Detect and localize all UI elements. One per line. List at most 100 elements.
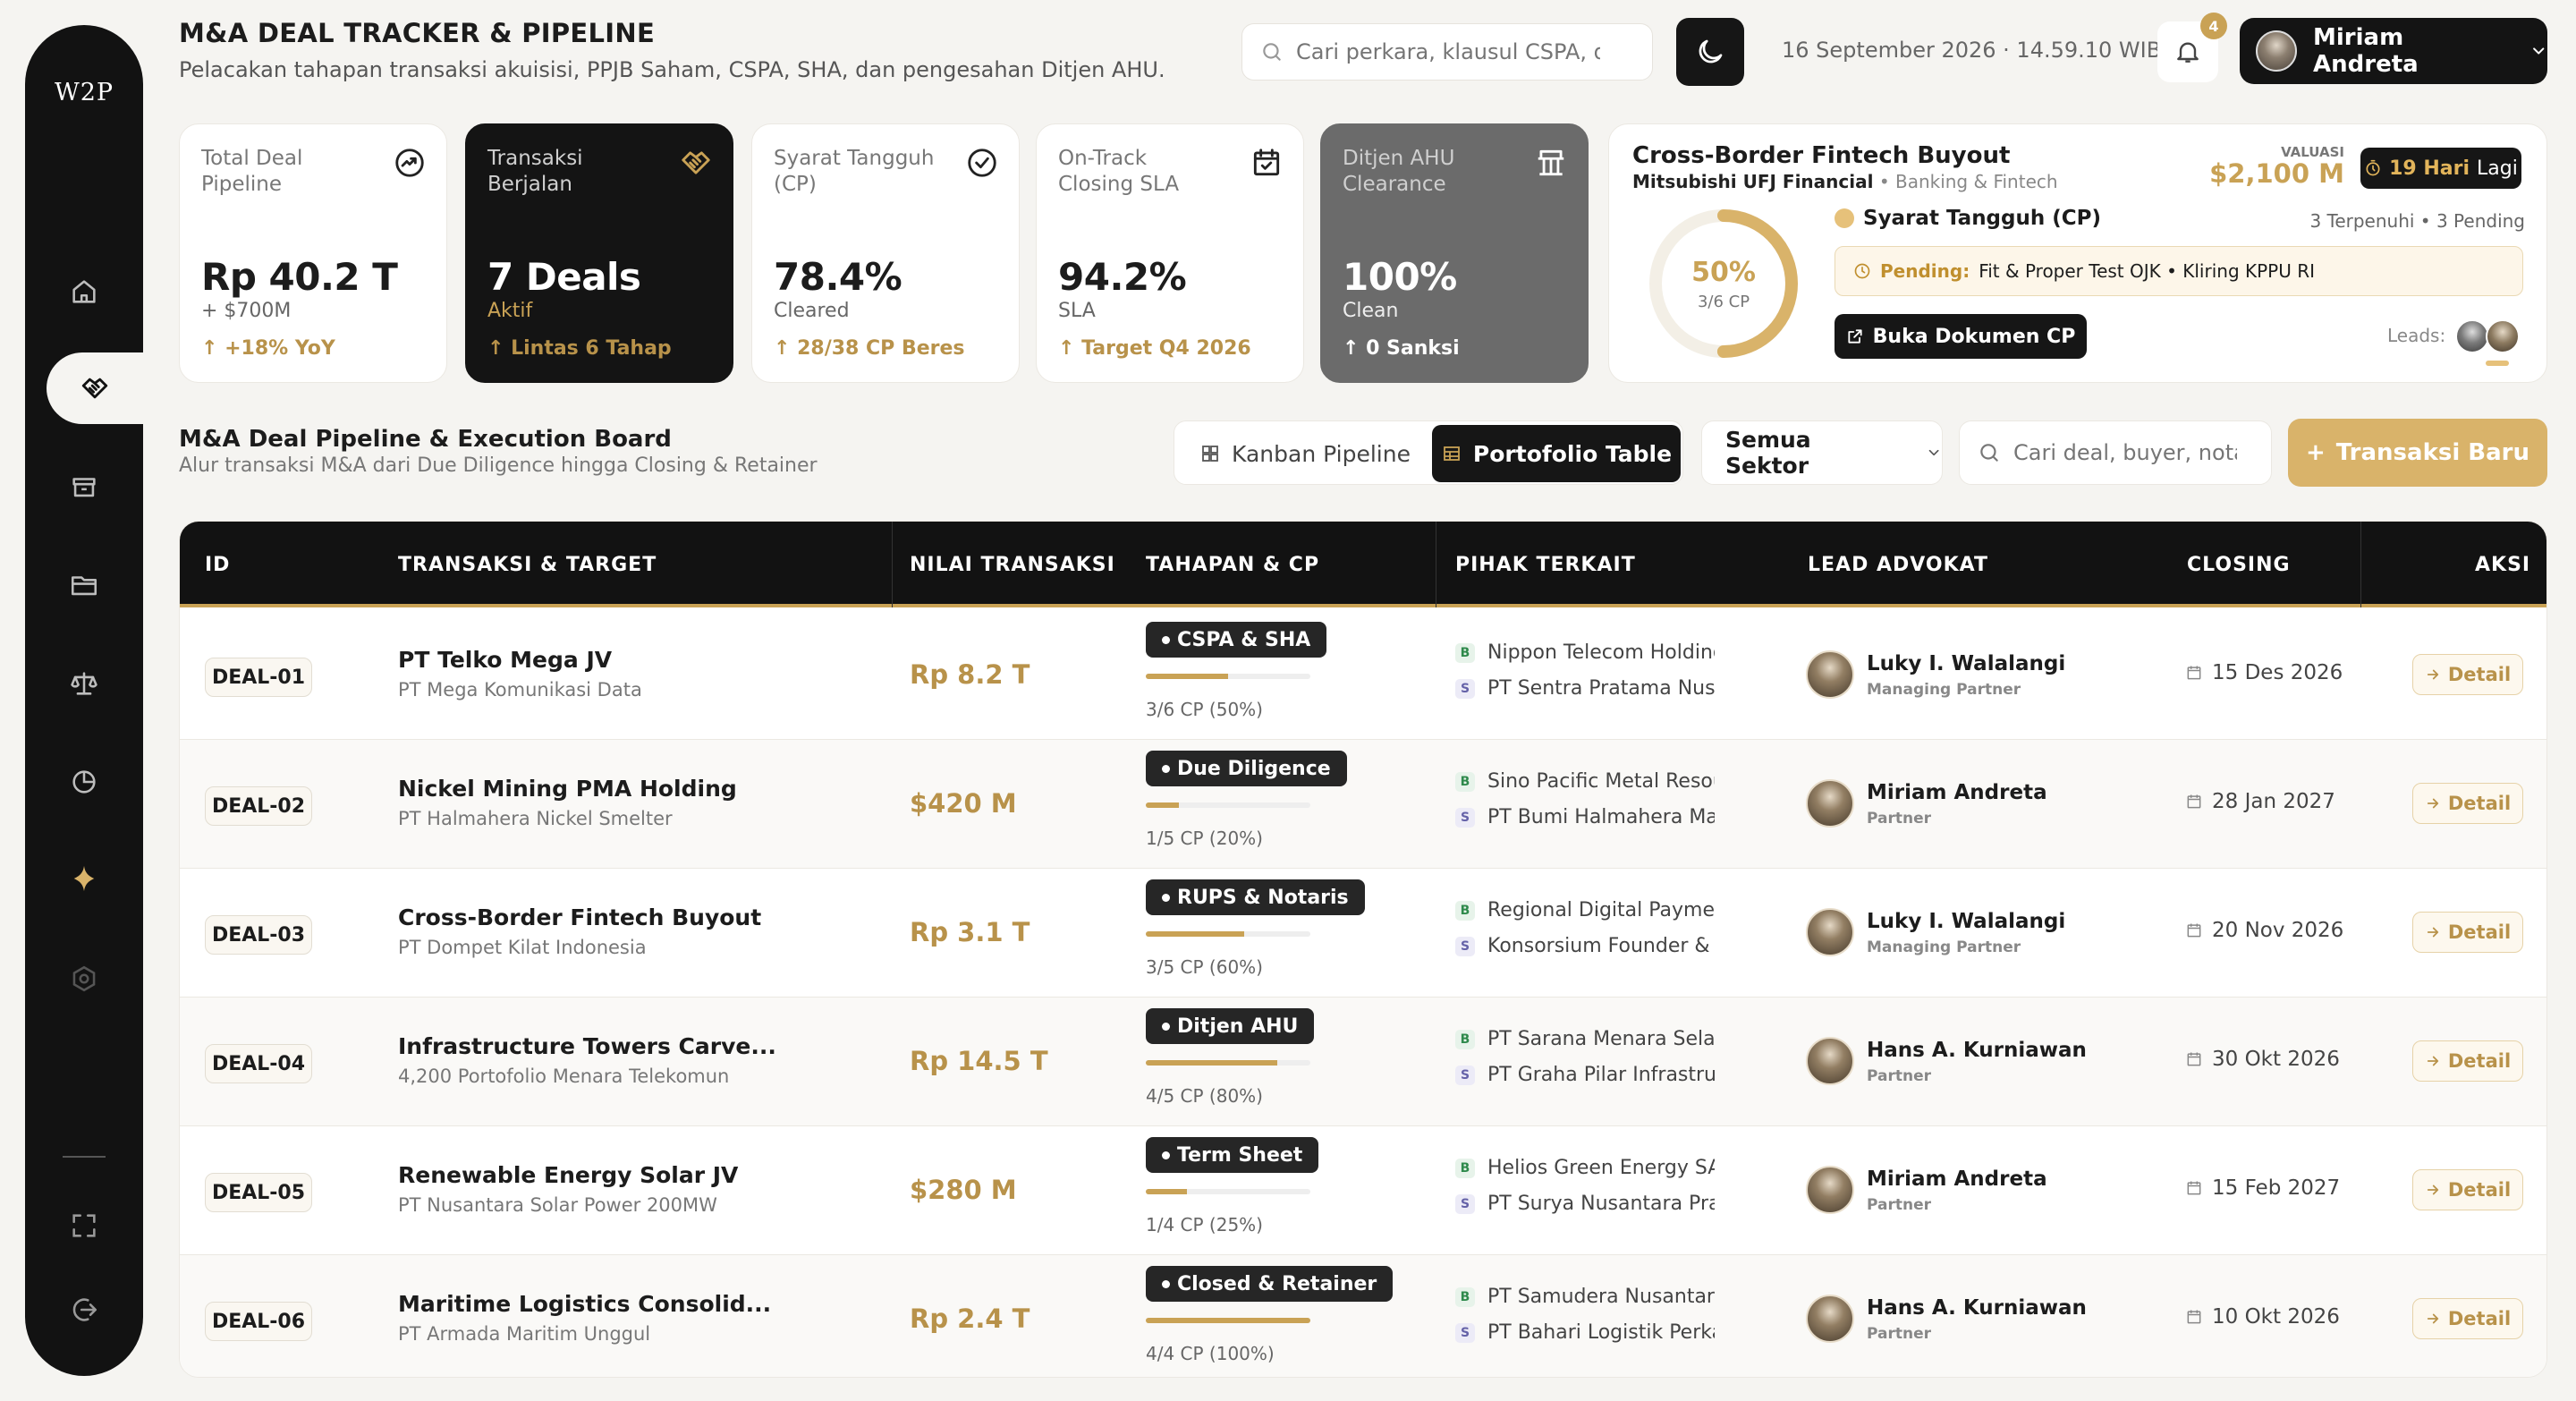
column-header-id[interactable]: ID <box>205 554 230 576</box>
lead-avatar[interactable] <box>2455 319 2489 353</box>
column-header-lead[interactable]: LEAD ADVOKAT <box>1808 554 1988 576</box>
buyer-tag: B <box>1455 900 1475 921</box>
arrow-right-icon <box>2427 1184 2439 1195</box>
kpi-trend: ↑ Lintas 6 Tahap <box>487 337 672 360</box>
featured-deal-card[interactable]: Cross-Border Fintech Buyout Mitsubishi U… <box>1608 123 2547 383</box>
sidebar-item-legal[interactable] <box>25 648 143 719</box>
pending-cp-box: Pending: Fit & Proper Test OJK • Kliring … <box>1835 246 2523 296</box>
deal-name[interactable]: Renewable Energy Solar JV <box>398 1162 738 1188</box>
featured-deal-title: Cross-Border Fintech Buyout <box>1632 142 2011 169</box>
cp-title: Syarat Tangguh (CP) <box>1835 207 2101 230</box>
cp-progress-text: 3/5 CP (60%) <box>1146 956 1263 978</box>
seller-party: S PT Bumi Halmahera Mandiri <box>1455 806 1715 828</box>
sidebar-item-deals[interactable] <box>47 352 166 424</box>
deal-search[interactable] <box>1959 420 2272 485</box>
deal-value: $280 M <box>910 1175 1017 1205</box>
open-cp-document-button[interactable]: Buka Dokumen CP <box>1835 314 2087 359</box>
sector-filter-select[interactable]: Semua Sektor <box>1701 420 1943 485</box>
kpi-card-sla[interactable]: On-Track Closing SLA 94.2% SLA ↑ Target … <box>1036 123 1304 383</box>
column-header-parties[interactable]: PIHAK TERKAIT <box>1455 554 1636 576</box>
table-row[interactable]: DEAL-05 Renewable Energy Solar JV PT Nusan… <box>180 1126 2546 1255</box>
deal-table: ID TRANSAKSI & TARGET NILAI TRANSAKSI TA… <box>179 521 2547 1378</box>
global-search[interactable] <box>1241 23 1653 81</box>
kpi-value: 94.2% <box>1058 255 1187 299</box>
detail-button[interactable]: Detail <box>2412 912 2523 953</box>
column-header-transaction[interactable]: TRANSAKSI & TARGET <box>398 554 657 576</box>
table-row[interactable]: DEAL-02 Nickel Mining PMA Holding PT Halma… <box>180 740 2546 869</box>
detail-button[interactable]: Detail <box>2412 1169 2523 1210</box>
column-header-value[interactable]: NILAI TRANSAKSI <box>910 554 1115 576</box>
lead-avatar[interactable] <box>2486 319 2520 353</box>
sidebar-item-home[interactable] <box>25 256 143 327</box>
lead-role: Partner <box>1867 1196 1932 1214</box>
table-header: ID TRANSAKSI & TARGET NILAI TRANSAKSI TA… <box>180 522 2546 607</box>
detail-button[interactable]: Detail <box>2412 1040 2523 1082</box>
current-datetime: 16 September 2026 · 14.59.10 WIB <box>1782 38 2162 63</box>
view-kanban-button[interactable]: Kanban Pipeline <box>1189 425 1421 482</box>
calendar-icon <box>2187 923 2201 938</box>
kpi-card-ahu[interactable]: Ditjen AHU Clearance 100% Clean ↑ 0 Sank… <box>1320 123 1589 383</box>
featured-sector: • Banking & Fintech <box>1878 171 2058 192</box>
sidebar-item-settings[interactable] <box>25 943 143 1015</box>
arrow-right-icon <box>2427 669 2439 680</box>
table-row[interactable]: DEAL-01 PT Telko Mega JV PT Mega Komunikas… <box>180 611 2546 740</box>
closing-date: 30 Okt 2026 <box>2185 1048 2340 1071</box>
user-menu-button[interactable]: Miriam Andreta <box>2240 18 2547 84</box>
deal-name[interactable]: Infrastructure Towers Carve... <box>398 1033 776 1059</box>
pending-label: Pending: <box>1880 260 1970 282</box>
deal-name[interactable]: Cross-Border Fintech Buyout <box>398 904 761 930</box>
detail-label: Detail <box>2447 793 2512 814</box>
table-row[interactable]: DEAL-04 Infrastructure Towers Carve... 4,2… <box>180 998 2546 1126</box>
stage-badge: Ditjen AHU <box>1146 1008 1315 1044</box>
valuation-amount: $2,100 M <box>2209 158 2344 189</box>
table-row[interactable]: DEAL-03 Cross-Border Fintech Buyout PT Dom… <box>180 869 2546 998</box>
stage-label: CSPA & SHA <box>1177 628 1311 651</box>
view-table-button[interactable]: Portofolio Table <box>1432 425 1681 482</box>
sidebar-item-analytics[interactable] <box>25 746 143 818</box>
sidebar: W2P <box>25 25 166 1376</box>
cp-progress-fill <box>1146 1060 1278 1066</box>
chevron-down-icon <box>2532 47 2544 55</box>
kpi-card-total-pipeline[interactable]: Total Deal Pipeline Rp 40.2 T + $700M ↑ … <box>179 123 447 383</box>
deal-value: Rp 3.1 T <box>910 917 1030 947</box>
table-row[interactable]: DEAL-06 Maritime Logistics Consolid... PT … <box>180 1255 2546 1377</box>
closing-date: 15 Des 2026 <box>2185 661 2343 684</box>
sidebar-item-fullscreen[interactable] <box>25 1190 143 1261</box>
column-header-closing[interactable]: CLOSING <box>2187 554 2291 576</box>
deal-name[interactable]: Nickel Mining PMA Holding <box>398 776 737 802</box>
deal-name[interactable]: PT Telko Mega JV <box>398 647 612 673</box>
theme-toggle-button[interactable] <box>1676 18 1744 86</box>
timer-icon <box>2366 159 2380 176</box>
lead-avatar <box>1806 779 1854 828</box>
global-search-input[interactable] <box>1296 39 1600 64</box>
buyer-party: B PT Samudera Nusantara <box>1455 1286 1715 1308</box>
deal-id-badge: DEAL-04 <box>205 1044 312 1083</box>
sidebar-item-documents[interactable] <box>25 451 143 522</box>
kpi-label: Transaksi Berjalan <box>487 147 583 196</box>
column-header-stage[interactable]: TAHAPAN & CP <box>1146 554 1319 576</box>
new-transaction-label: Transaksi Baru <box>2335 439 2529 466</box>
detail-button[interactable]: Detail <box>2412 1298 2523 1339</box>
deal-search-input[interactable] <box>2013 440 2237 465</box>
sector-filter-value: Semua Sektor <box>1725 427 1811 479</box>
view-kanban-label: Kanban Pipeline <box>1232 440 1411 467</box>
lead-role: Partner <box>1867 810 1932 828</box>
kpi-card-cp[interactable]: Syarat Tangguh (CP) 78.4% Cleared ↑ 28/3… <box>751 123 1020 383</box>
lead-name: Luky I. Walalangi <box>1867 910 2066 933</box>
new-transaction-button[interactable]: + Transaksi Baru <box>2288 419 2547 487</box>
buyer-name: PT Sarana Menara Selaras <box>1487 1028 1715 1050</box>
kpi-card-active-deals[interactable]: Transaksi Berjalan 7 Deals Aktif ↑ Linta… <box>465 123 733 383</box>
calendar-icon <box>2187 1310 2201 1324</box>
seller-name: PT Bumi Halmahera Mandiri <box>1487 806 1715 828</box>
seller-tag: S <box>1455 678 1475 699</box>
closing-date-text: 20 Nov 2026 <box>2212 919 2344 942</box>
detail-button[interactable]: Detail <box>2412 783 2523 824</box>
sidebar-item-folders[interactable] <box>25 549 143 621</box>
column-header-action: AKSI <box>2475 554 2531 576</box>
detail-button[interactable]: Detail <box>2412 654 2523 695</box>
arrow-right-icon <box>2427 1313 2439 1324</box>
sidebar-item-ai[interactable] <box>25 843 143 914</box>
brand-logo[interactable]: W2P <box>25 79 143 106</box>
deal-name[interactable]: Maritime Logistics Consolid... <box>398 1291 771 1317</box>
sidebar-item-logout[interactable] <box>25 1274 143 1346</box>
